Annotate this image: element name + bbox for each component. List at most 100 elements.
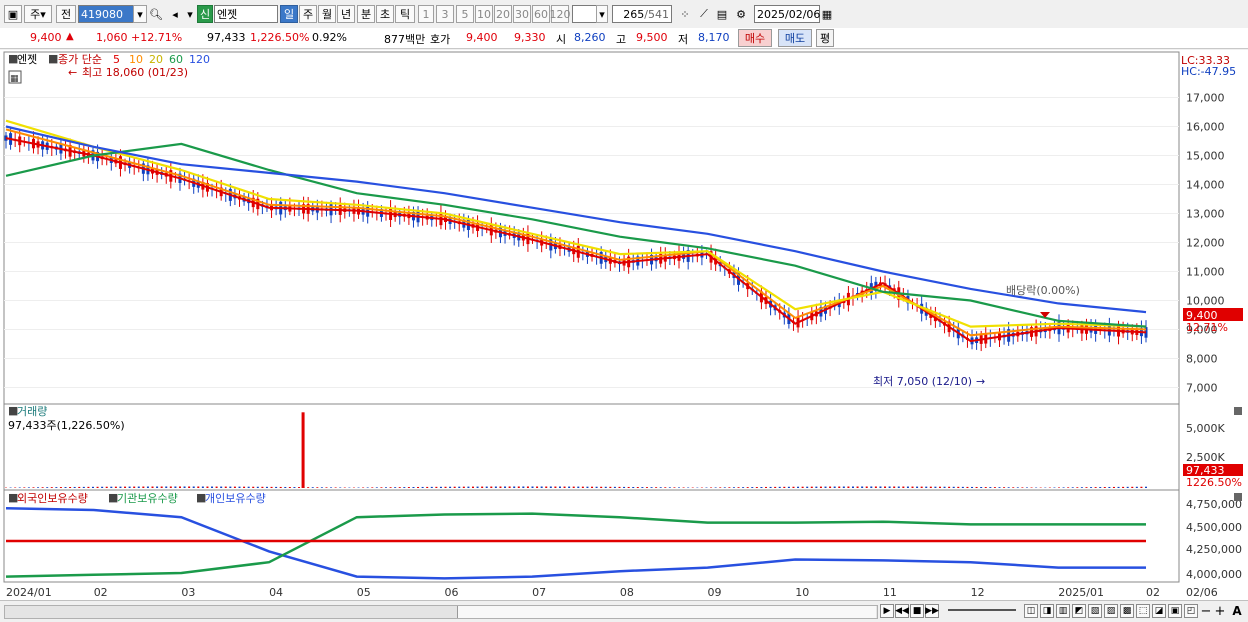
sell-button[interactable]: 매도: [778, 29, 812, 47]
volume-bar: [1118, 487, 1120, 488]
price-tick-label: 10,000: [1186, 295, 1225, 308]
tool-icon-3[interactable]: ▥: [1056, 604, 1070, 618]
volume-bar: [445, 487, 447, 488]
search-icon[interactable]: 🔍︎: [148, 5, 164, 23]
interval-120-label: 120: [550, 8, 571, 21]
volume-bar: [271, 487, 273, 488]
stop-icon[interactable]: ■: [910, 604, 924, 618]
tool-icon-11[interactable]: ◰: [1184, 604, 1198, 618]
tool-icon-5[interactable]: ▧: [1088, 604, 1102, 618]
holders-tick-2: 4,500,000: [1186, 521, 1242, 534]
volume-bar: [559, 487, 561, 488]
interval-10[interactable]: 10: [475, 5, 493, 23]
volume-panel[interactable]: [4, 404, 1179, 490]
interval-60[interactable]: 60: [532, 5, 550, 23]
volume-bar: [147, 487, 149, 488]
window-menu-icon[interactable]: ▣: [4, 5, 22, 23]
volume-bar: [234, 487, 236, 488]
interval-5[interactable]: 5: [456, 5, 474, 23]
stock-code-input[interactable]: 419080: [78, 5, 134, 23]
tool-icon-7[interactable]: ▩: [1120, 604, 1134, 618]
speaker-icon[interactable]: ◂: [166, 5, 184, 23]
count-field[interactable]: 265/541: [612, 5, 672, 23]
interval-120[interactable]: 120: [551, 5, 569, 23]
volume-bar: [257, 487, 259, 488]
volume-bar: [838, 487, 840, 488]
volume-bar: [371, 487, 373, 488]
period-tick[interactable]: 틱: [395, 5, 415, 23]
average-button[interactable]: 평: [816, 29, 834, 47]
volume-bar: [193, 486, 195, 488]
volume-bar: [577, 487, 579, 488]
stock-name-field[interactable]: 엔젯: [214, 5, 278, 23]
volume-bar: [637, 487, 639, 488]
volume-bar: [760, 487, 762, 488]
zoom-out-icon[interactable]: −: [1200, 604, 1212, 618]
volume-bar: [898, 487, 900, 488]
volume-bar: [367, 487, 369, 488]
volume-bar: [486, 487, 488, 488]
interval-20[interactable]: 20: [494, 5, 512, 23]
settings-gear-icon[interactable]: ⚙: [732, 5, 750, 23]
auto-scale-icon[interactable]: A: [1230, 604, 1244, 618]
date-field[interactable]: 2025/02/06: [754, 5, 820, 23]
chart-area[interactable]: ■ 엔젯 ■ 종가 단순 5 10 20 60 120 ▦ ← 최고 18,06…: [0, 50, 1248, 600]
interval-1[interactable]: 1: [418, 5, 434, 23]
price-tick-label: 12,000: [1186, 237, 1225, 250]
horizontal-scrollbar[interactable]: [4, 605, 878, 619]
calendar-icon[interactable]: ▦: [820, 5, 834, 23]
volume-bar: [843, 487, 845, 488]
tool-icon-2[interactable]: ◨: [1040, 604, 1054, 618]
holders-panel-close-icon[interactable]: [1234, 493, 1242, 501]
volume-bar: [165, 486, 167, 488]
grid-icon[interactable]: ⁘: [676, 5, 694, 23]
high-annotation: 최고 18,060 (01/23): [82, 66, 188, 79]
price-panel[interactable]: [4, 52, 1179, 404]
zoom-in-icon[interactable]: +: [1214, 604, 1226, 618]
tool-icon-6[interactable]: ▨: [1104, 604, 1118, 618]
volume-bar: [513, 486, 515, 488]
volume-bar: [783, 487, 785, 488]
zoom-slider[interactable]: [948, 609, 1016, 611]
volume-bar: [646, 487, 648, 488]
scroll-thumb[interactable]: [457, 606, 876, 618]
stock-chart[interactable]: ■ 엔젯 ■ 종가 단순 5 10 20 60 120 ▦ ← 최고 18,06…: [0, 50, 1248, 600]
tool-icon-4[interactable]: ◩: [1072, 604, 1086, 618]
save-icon[interactable]: ▤: [714, 5, 730, 23]
period-year[interactable]: 년: [337, 5, 355, 23]
period-day[interactable]: 일: [280, 5, 298, 23]
period-second[interactable]: 초: [376, 5, 394, 23]
prev-button[interactable]: 전: [56, 5, 76, 23]
volume-bar: [829, 487, 831, 488]
scroll-end-icon[interactable]: ▶▶: [925, 604, 939, 618]
volume-bar: [298, 487, 300, 488]
scroll-right-icon[interactable]: ▶: [880, 604, 894, 618]
volume-bar: [591, 487, 593, 488]
legend-stock-name: 엔젯: [17, 53, 37, 66]
draw-line-icon[interactable]: ⟋: [696, 5, 712, 23]
period-selector[interactable]: 주▾: [24, 5, 52, 23]
tool-icon-1[interactable]: ◫: [1024, 604, 1038, 618]
volume-bar: [1145, 487, 1147, 488]
tool-icon-8[interactable]: ⬚: [1136, 604, 1150, 618]
interval-30[interactable]: 30: [513, 5, 531, 23]
x-axis-label: 07: [532, 586, 546, 599]
speaker-dropdown-icon[interactable]: ▾: [184, 5, 196, 23]
stock-code-value: 419080: [81, 8, 123, 21]
buy-button[interactable]: 매수: [738, 29, 772, 47]
volume-bar: [554, 487, 556, 488]
period-week[interactable]: 주: [299, 5, 317, 23]
period-minute[interactable]: 분: [357, 5, 375, 23]
holders-panel[interactable]: [4, 490, 1179, 582]
tool-icon-10[interactable]: ▣: [1168, 604, 1182, 618]
period-month[interactable]: 월: [318, 5, 336, 23]
volume-bar: [412, 487, 414, 488]
tool-icon-9[interactable]: ◪: [1152, 604, 1166, 618]
date-value: 2025/02/06: [757, 8, 820, 21]
code-dropdown-icon[interactable]: ▾: [133, 5, 147, 23]
volume-panel-close-icon[interactable]: [1234, 407, 1242, 415]
interval-dropdown-icon[interactable]: ▾: [596, 5, 608, 23]
scroll-start-icon[interactable]: ◀◀: [895, 604, 909, 618]
interval-3[interactable]: 3: [436, 5, 454, 23]
volume-bar: [802, 487, 804, 488]
